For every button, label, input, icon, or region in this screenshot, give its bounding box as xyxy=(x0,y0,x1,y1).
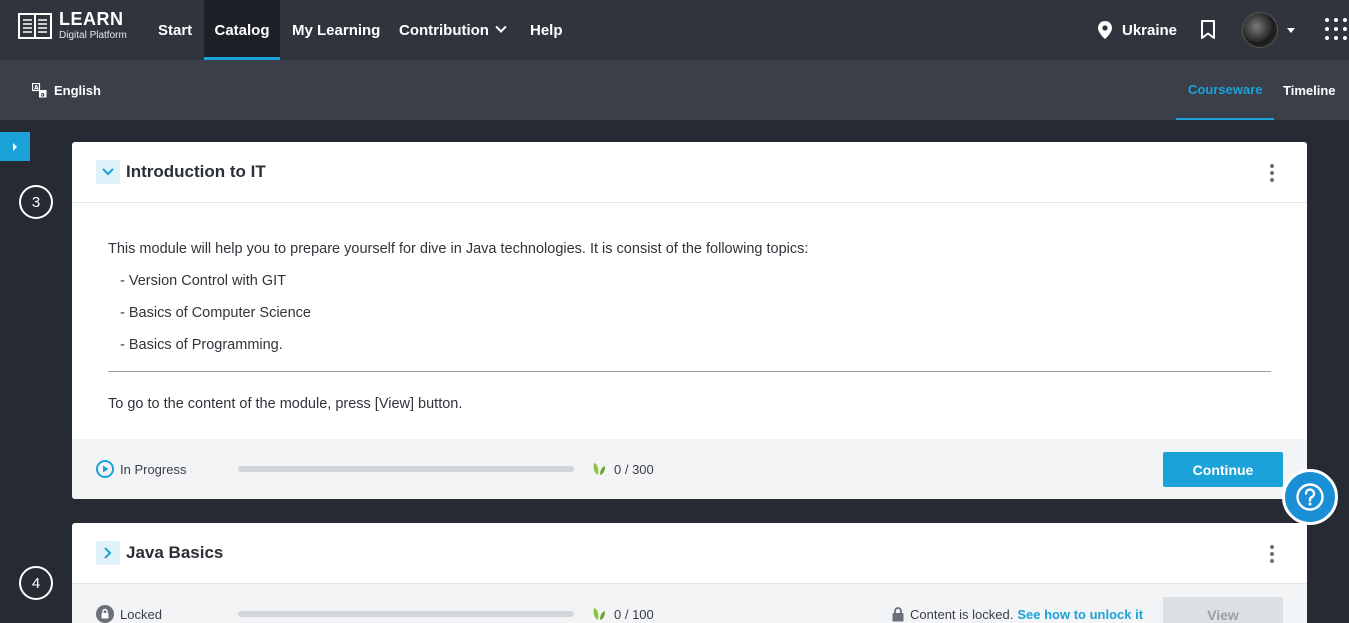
continue-button[interactable]: Continue xyxy=(1163,452,1283,487)
play-circle-icon xyxy=(96,460,114,478)
svg-text:a: a xyxy=(41,91,45,98)
module-title: Introduction to IT xyxy=(126,162,266,181)
lock-circle-icon xyxy=(96,605,114,623)
apps-grid-icon[interactable] xyxy=(1325,18,1347,40)
status-badge: In Progress xyxy=(96,439,186,499)
chevron-right-icon xyxy=(104,547,112,559)
avatar[interactable] xyxy=(1242,12,1278,48)
top-navigation: LEARN Digital Platform Start Catalog My … xyxy=(0,0,1349,60)
collapse-toggle[interactable] xyxy=(96,160,120,184)
lock-icon xyxy=(892,606,904,621)
caret-down-icon[interactable] xyxy=(1287,28,1295,33)
language-label: English xyxy=(54,82,101,98)
points-label: 0 / 300 xyxy=(614,461,654,477)
location-label: Ukraine xyxy=(1122,21,1178,39)
leaf-icon xyxy=(593,463,605,475)
module-card-java-basics: Java Basics Locked 0 / 100 Content is lo… xyxy=(72,523,1307,623)
translate-icon: A a xyxy=(32,82,47,98)
chevron-down-icon xyxy=(102,168,114,176)
map-pin-icon xyxy=(1098,21,1112,39)
svg-text:A: A xyxy=(34,84,39,91)
nav-help[interactable]: Help xyxy=(518,0,575,60)
module-title: Java Basics xyxy=(126,543,224,562)
module-intro: This module will help you to prepare you… xyxy=(108,241,809,257)
topic-item: - Basics of Computer Science xyxy=(120,305,311,321)
view-button[interactable]: View xyxy=(1163,597,1283,623)
bookmark-icon[interactable] xyxy=(1200,20,1216,40)
logo-subtitle: Digital Platform xyxy=(59,30,127,41)
module-number-3: 3 xyxy=(19,185,53,219)
progress-bar xyxy=(238,611,574,617)
topic-item: - Basics of Programming. xyxy=(120,337,283,353)
points-counter: 0 / 100 xyxy=(592,584,654,623)
help-floating-button[interactable] xyxy=(1282,469,1338,525)
status-badge: Locked xyxy=(96,584,162,623)
logo-title: LEARN xyxy=(59,9,124,29)
question-circle-icon xyxy=(1296,483,1324,511)
caret-right-icon xyxy=(13,142,17,151)
progress-bar xyxy=(238,466,574,472)
leaf-icon xyxy=(593,608,605,620)
more-options-icon[interactable] xyxy=(1270,545,1274,563)
nav-contribution-label: Contribution xyxy=(399,21,489,39)
logo[interactable]: LEARN Digital Platform xyxy=(18,10,127,41)
unlock-help-link[interactable]: See how to unlock it xyxy=(1017,607,1143,622)
nav-my-learning[interactable]: My Learning xyxy=(280,0,392,60)
module-number-4: 4 xyxy=(19,566,53,600)
points-counter: 0 / 300 xyxy=(592,439,654,499)
divider xyxy=(108,371,1271,372)
nav-contribution[interactable]: Contribution xyxy=(387,0,517,60)
module-header[interactable]: Java Basics xyxy=(72,523,1307,584)
module-header[interactable]: Introduction to IT xyxy=(72,142,1307,203)
more-options-icon[interactable] xyxy=(1270,164,1274,182)
nav-start[interactable]: Start xyxy=(146,0,204,60)
module-note: To go to the content of the module, pres… xyxy=(108,396,463,412)
chevron-down-icon xyxy=(495,21,507,33)
book-logo-icon xyxy=(18,12,52,39)
location-selector[interactable]: Ukraine xyxy=(1098,0,1177,60)
language-selector[interactable]: A a English xyxy=(32,60,101,120)
module-footer: Locked 0 / 100 Content is locked. See ho… xyxy=(72,584,1307,623)
lock-notice: Content is locked. See how to unlock it xyxy=(892,584,1143,623)
module-footer: In Progress 0 / 300 Continue xyxy=(72,439,1307,499)
tab-courseware[interactable]: Courseware xyxy=(1176,60,1275,120)
sidebar-toggle-button[interactable] xyxy=(0,132,30,161)
status-label: In Progress xyxy=(120,461,187,477)
module-description: This module will help you to prepare you… xyxy=(72,203,1307,420)
course-subbar: A a English Courseware Timeline xyxy=(0,60,1349,120)
topic-item: - Version Control with GIT xyxy=(120,273,286,289)
expand-toggle[interactable] xyxy=(96,541,120,565)
lock-text: Content is locked. xyxy=(910,606,1014,622)
module-card-introduction-to-it: Introduction to IT This module will help… xyxy=(72,142,1307,499)
points-label: 0 / 100 xyxy=(614,606,654,622)
status-label: Locked xyxy=(120,606,162,622)
tab-timeline[interactable]: Timeline xyxy=(1283,60,1336,120)
nav-catalog[interactable]: Catalog xyxy=(204,0,280,60)
